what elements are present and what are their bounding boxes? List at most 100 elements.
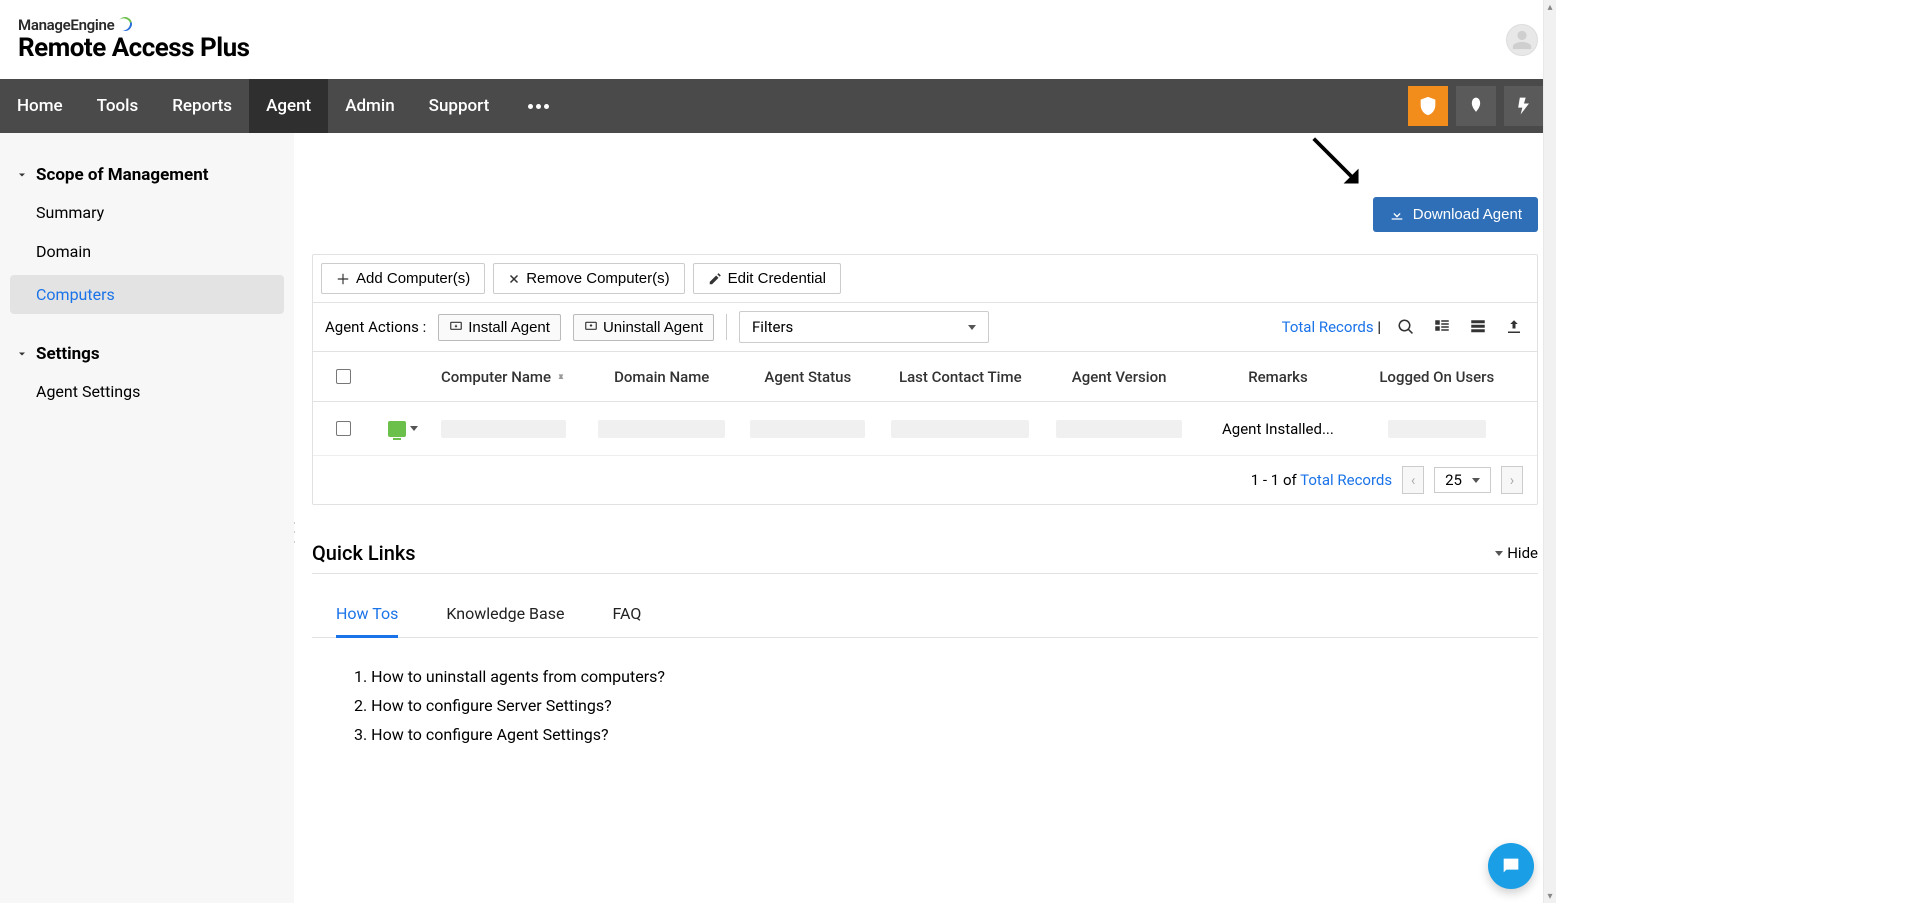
sidebar-group-settings-label: Settings — [36, 344, 100, 364]
remove-computer-label: Remove Computer(s) — [526, 270, 669, 287]
brand-vendor-label: ManageEngine — [18, 16, 114, 34]
download-agent-label: Download Agent — [1413, 206, 1522, 223]
export-icon — [1505, 318, 1523, 336]
search-button[interactable] — [1395, 316, 1417, 338]
row-status-icon-cell[interactable] — [373, 421, 433, 437]
th-remarks[interactable]: Remarks — [1195, 368, 1360, 386]
redacted-text — [750, 420, 865, 438]
top-nav: Home Tools Reports Agent Admin Support — [0, 79, 1556, 133]
table-head: Computer Name ▲▼ Domain Name Agent Statu… — [313, 352, 1537, 402]
per-page-dropdown[interactable]: 25 — [1434, 467, 1491, 493]
sidebar-item-domain[interactable]: Domain — [0, 232, 294, 271]
chevron-down-icon — [1472, 478, 1480, 483]
hide-toggle[interactable]: Hide — [1491, 544, 1538, 562]
next-page-button[interactable]: › — [1501, 466, 1523, 494]
nav-reports[interactable]: Reports — [155, 79, 249, 133]
add-computer-button[interactable]: Add Computer(s) — [321, 263, 485, 294]
install-agent-button[interactable]: Install Agent — [438, 314, 561, 341]
th-computer-name[interactable]: Computer Name ▲▼ — [433, 368, 585, 386]
chevron-down-icon — [410, 426, 418, 431]
quicklinks-header: Quick Links Hide — [312, 541, 1538, 574]
sidebar-group-scope[interactable]: Scope of Management — [0, 157, 294, 193]
grid-icon — [1469, 318, 1487, 336]
user-avatar[interactable] — [1506, 24, 1538, 56]
nav-bolt-icon[interactable] — [1504, 86, 1544, 126]
computers-panel: Add Computer(s) Remove Computer(s) Edit … — [312, 254, 1538, 505]
nav-rocket-icon[interactable] — [1456, 86, 1496, 126]
edit-credential-button[interactable]: Edit Credential — [693, 263, 841, 294]
scroll-up-button[interactable]: ▴ — [1544, 0, 1556, 14]
nav-tools[interactable]: Tools — [80, 79, 156, 133]
content: Download Agent Add Computer(s) Remove Co… — [294, 133, 1556, 903]
table-view-button[interactable] — [1467, 316, 1489, 338]
ql-item[interactable]: 3. How to configure Agent Settings? — [354, 720, 1496, 749]
install-icon — [449, 320, 463, 334]
remove-computer-button[interactable]: Remove Computer(s) — [493, 263, 684, 294]
nav-agent[interactable]: Agent — [249, 79, 328, 133]
top-nav-right — [1408, 79, 1556, 133]
quicklinks-list: 1. How to uninstall agents from computer… — [312, 638, 1538, 773]
per-page-value: 25 — [1445, 471, 1462, 489]
sidebar-group-settings[interactable]: Settings — [0, 336, 294, 372]
scroll-down-button[interactable]: ▾ — [1544, 889, 1556, 903]
ql-item[interactable]: 2. How to configure Server Settings? — [354, 691, 1496, 720]
sidebar-resize-handle[interactable] — [294, 521, 298, 549]
nav-support[interactable]: Support — [412, 79, 507, 133]
plus-icon — [336, 272, 350, 286]
total-records-link[interactable]: Total Records — [1282, 318, 1374, 336]
agent-actions-label: Agent Actions : — [325, 318, 426, 336]
th-agent-status[interactable]: Agent Status — [738, 368, 878, 386]
sidebar-item-agent-settings[interactable]: Agent Settings — [0, 372, 294, 411]
chevron-down-icon — [1495, 551, 1503, 556]
select-all-checkbox[interactable] — [336, 369, 351, 384]
ql-tab-faq[interactable]: FAQ — [612, 596, 641, 637]
install-agent-label: Install Agent — [468, 319, 550, 336]
sidebar: Scope of Management Summary Domain Compu… — [0, 133, 294, 903]
nav-security-icon[interactable] — [1408, 86, 1448, 126]
th-computer-name-label: Computer Name — [441, 368, 551, 386]
brand-product: Remote Access Plus — [18, 34, 250, 63]
prev-page-button[interactable]: ‹ — [1402, 466, 1424, 494]
redacted-text — [891, 420, 1029, 438]
total-records-footer-link[interactable]: Total Records — [1300, 471, 1392, 489]
filters-dropdown[interactable]: Filters — [739, 311, 989, 343]
ql-item[interactable]: 1. How to uninstall agents from computer… — [354, 662, 1496, 691]
more-dots-icon — [528, 104, 549, 109]
brand-arc-icon — [116, 15, 135, 34]
row-checkbox[interactable] — [336, 421, 351, 436]
redacted-text — [598, 420, 724, 438]
table-row[interactable]: Agent Installed... — [313, 402, 1537, 456]
vertical-scrollbar[interactable]: ▴ ▾ — [1543, 0, 1556, 903]
column-chooser-button[interactable] — [1431, 316, 1453, 338]
ql-tab-howtos[interactable]: How Tos — [336, 596, 398, 638]
redacted-text — [1056, 420, 1182, 438]
nav-admin[interactable]: Admin — [328, 79, 411, 133]
total-records-pipe: | — [1377, 318, 1381, 336]
th-last-contact[interactable]: Last Contact Time — [878, 368, 1043, 386]
page-range: 1 - 1 of — [1251, 471, 1300, 489]
nav-home[interactable]: Home — [0, 79, 80, 133]
chat-bubble-button[interactable] — [1488, 843, 1534, 889]
nav-more[interactable] — [506, 79, 571, 133]
redacted-text — [1388, 420, 1486, 438]
ql-tab-kb[interactable]: Knowledge Base — [446, 596, 564, 637]
chevron-down-icon — [16, 348, 28, 360]
export-button[interactable] — [1503, 316, 1525, 338]
redacted-text — [441, 420, 566, 438]
th-logged-on[interactable]: Logged On Users — [1361, 368, 1513, 386]
sidebar-item-computers[interactable]: Computers — [10, 275, 284, 314]
sidebar-group-scope-label: Scope of Management — [36, 165, 208, 185]
quicklinks-tabs: How Tos Knowledge Base FAQ — [312, 584, 1538, 638]
top-nav-left: Home Tools Reports Agent Admin Support — [0, 79, 571, 133]
close-icon — [508, 273, 520, 285]
table-footer: 1 - 1 of Total Records ‹ 25 › — [313, 456, 1537, 504]
search-icon — [1397, 318, 1415, 336]
sidebar-item-summary[interactable]: Summary — [0, 193, 294, 232]
hide-label: Hide — [1507, 544, 1538, 562]
column-chooser-icon — [1433, 318, 1451, 336]
chat-icon — [1500, 855, 1522, 877]
th-domain-name[interactable]: Domain Name — [585, 368, 737, 386]
download-agent-button[interactable]: Download Agent — [1373, 197, 1538, 232]
th-agent-version[interactable]: Agent Version — [1043, 368, 1195, 386]
uninstall-agent-button[interactable]: Uninstall Agent — [573, 314, 714, 341]
